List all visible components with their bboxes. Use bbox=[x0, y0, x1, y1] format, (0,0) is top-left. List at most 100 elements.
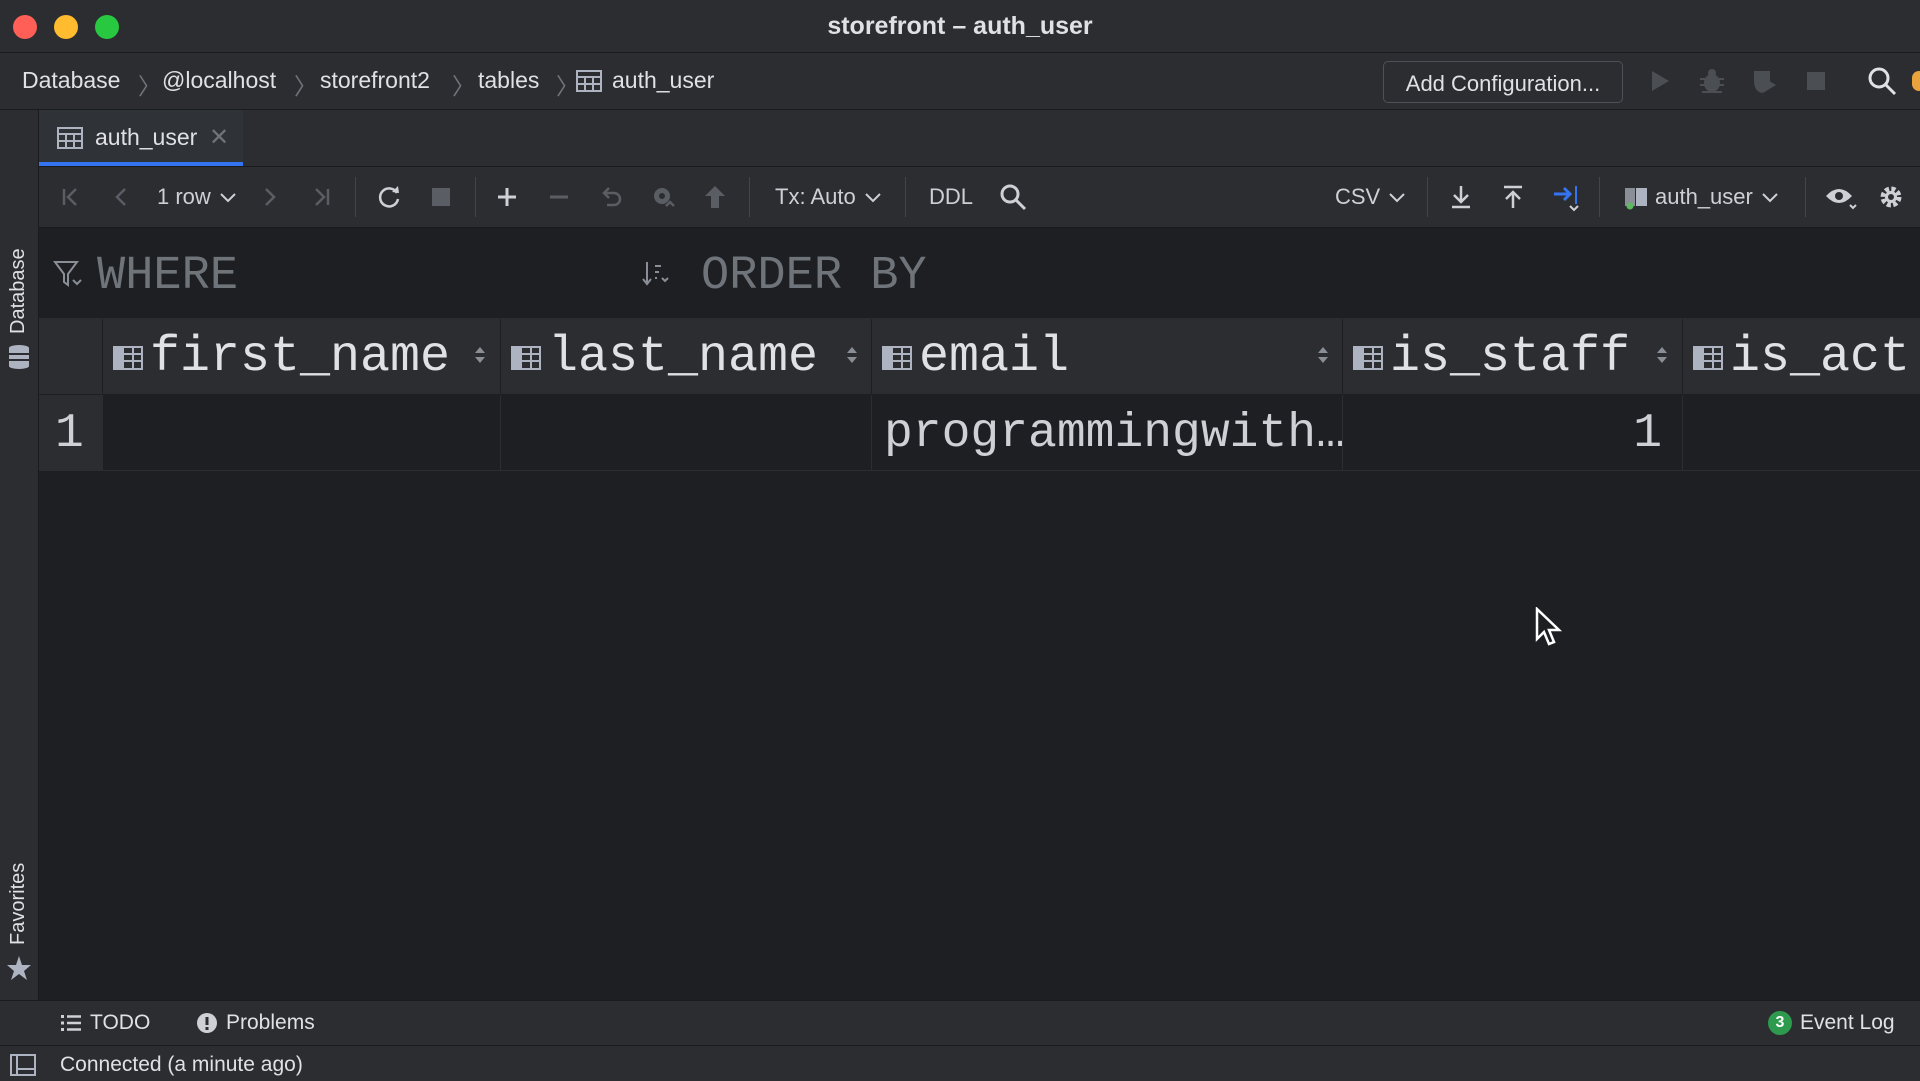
table-selector-label: auth_user bbox=[1655, 184, 1753, 209]
column-header-last-name[interactable]: last_name bbox=[501, 319, 872, 394]
table-icon bbox=[57, 127, 83, 154]
connection-status: Connected (a minute ago) bbox=[60, 1053, 303, 1076]
view-options-eye-icon[interactable] bbox=[1823, 181, 1859, 213]
debug-icon[interactable] bbox=[1696, 65, 1728, 97]
column-header-first-name[interactable]: first_name bbox=[103, 319, 501, 394]
column-name: email bbox=[919, 329, 1070, 386]
problems-label: Problems bbox=[226, 1011, 315, 1034]
stop-icon[interactable] bbox=[1800, 65, 1832, 97]
column-icon bbox=[1693, 343, 1723, 376]
table-selector-icon bbox=[1625, 188, 1647, 210]
import-data-icon[interactable] bbox=[1497, 181, 1529, 213]
transaction-mode-label: Tx: Auto bbox=[775, 184, 856, 209]
column-name: last_name bbox=[548, 329, 819, 386]
revert-icon[interactable] bbox=[595, 181, 627, 213]
preview-changes-icon[interactable] bbox=[647, 181, 679, 213]
sort-icon bbox=[641, 260, 671, 293]
breadcrumb-database[interactable]: Database bbox=[22, 67, 120, 94]
transaction-mode-dropdown[interactable]: Tx: Auto bbox=[775, 181, 882, 213]
export-format-label: CSV bbox=[1335, 184, 1381, 209]
order-by-input[interactable]: ORDER BY bbox=[701, 250, 927, 303]
last-page-icon[interactable] bbox=[305, 181, 337, 213]
star-icon[interactable] bbox=[6, 955, 32, 986]
breadcrumb-schema[interactable]: storefront2 bbox=[320, 67, 430, 94]
column-name: is_act bbox=[1730, 329, 1911, 386]
search-icon[interactable] bbox=[997, 181, 1029, 213]
where-filter-input[interactable]: WHERE bbox=[97, 250, 238, 303]
column-icon bbox=[1353, 343, 1383, 376]
breadcrumb-separator: 〉 bbox=[138, 73, 161, 99]
database-stack-icon[interactable] bbox=[7, 344, 31, 375]
ddl-button[interactable]: DDL bbox=[929, 181, 973, 213]
sort-toggle-icon[interactable] bbox=[1316, 343, 1330, 372]
breadcrumb-host[interactable]: @localhost bbox=[162, 67, 276, 94]
first-page-icon[interactable] bbox=[55, 181, 87, 213]
column-name: first_name bbox=[150, 329, 451, 386]
column-name: is_staff bbox=[1390, 329, 1631, 386]
submit-icon[interactable] bbox=[699, 181, 731, 213]
toggle-tool-windows-icon[interactable] bbox=[10, 1054, 36, 1081]
filter-bar: WHERE ORDER BY bbox=[39, 228, 1920, 319]
tab-label: auth_user bbox=[95, 124, 198, 150]
column-header-is-active[interactable]: is_act bbox=[1683, 319, 1920, 394]
column-header-email[interactable]: email bbox=[872, 319, 1343, 394]
previous-page-icon[interactable] bbox=[105, 181, 137, 213]
status-bar: Connected (a minute ago) bbox=[0, 1045, 1920, 1081]
breadcrumb-separator: 〉 bbox=[294, 73, 317, 99]
row-number-header bbox=[39, 319, 103, 394]
breadcrumb-tables[interactable]: tables bbox=[478, 67, 539, 94]
event-count-badge: 3 bbox=[1768, 1011, 1792, 1035]
event-log-label: Event Log bbox=[1800, 1011, 1895, 1034]
add-row-icon[interactable] bbox=[491, 181, 523, 213]
compare-icon[interactable] bbox=[1549, 181, 1581, 213]
column-icon bbox=[882, 343, 912, 376]
breadcrumb-separator: 〉 bbox=[452, 73, 475, 99]
update-indicator[interactable] bbox=[1912, 71, 1920, 91]
page-size-dropdown[interactable]: 1 row bbox=[157, 181, 237, 213]
page-size-label: 1 row bbox=[157, 184, 211, 209]
stop-query-icon[interactable] bbox=[425, 181, 457, 213]
run-icon[interactable] bbox=[1644, 65, 1676, 97]
bottom-tool-strip: TODO Problems 3 Event Log bbox=[0, 1000, 1920, 1045]
sort-toggle-icon[interactable] bbox=[845, 343, 859, 372]
sort-toggle-icon[interactable] bbox=[473, 343, 487, 372]
settings-gear-icon[interactable] bbox=[1875, 181, 1907, 213]
mouse-cursor-icon bbox=[1535, 606, 1563, 652]
next-page-icon[interactable] bbox=[254, 181, 286, 213]
export-data-icon[interactable] bbox=[1445, 181, 1477, 213]
row-number[interactable]: 1 bbox=[39, 395, 103, 471]
tab-auth-user[interactable]: auth_user ✕ bbox=[39, 110, 243, 166]
sort-toggle-icon[interactable] bbox=[1655, 343, 1669, 372]
database-tool-window-button[interactable]: Database bbox=[7, 248, 30, 334]
window-title: storefront – auth_user bbox=[827, 12, 1093, 40]
left-tool-strip: Database Favorites bbox=[0, 110, 39, 1000]
info-icon bbox=[197, 1013, 217, 1033]
cell-is-active[interactable] bbox=[1683, 395, 1920, 471]
list-icon bbox=[61, 1015, 81, 1031]
cell-last-name[interactable] bbox=[501, 395, 872, 471]
row-number-label: 1 bbox=[55, 407, 84, 461]
table-selector-dropdown[interactable]: auth_user bbox=[1623, 181, 1779, 213]
cell-is-staff[interactable]: 1 bbox=[1343, 395, 1683, 471]
cell-first-name[interactable] bbox=[103, 395, 501, 471]
todo-tool-button[interactable]: TODO bbox=[60, 1011, 150, 1035]
column-header-is-staff[interactable]: is_staff bbox=[1343, 319, 1683, 394]
coverage-icon[interactable] bbox=[1748, 65, 1780, 97]
tab-close-icon[interactable]: ✕ bbox=[209, 123, 229, 152]
delete-row-icon[interactable] bbox=[543, 181, 575, 213]
search-everywhere-icon[interactable] bbox=[1866, 65, 1898, 97]
data-grid: first_name last_name email is_staff is_a… bbox=[39, 319, 1920, 999]
data-editor-toolbar: 1 row Tx: Auto DDL CSV auth_user bbox=[39, 167, 1920, 228]
favorites-tool-window-button[interactable]: Favorites bbox=[7, 863, 30, 945]
column-icon bbox=[511, 343, 541, 376]
editor-tab-bar: auth_user ✕ bbox=[39, 110, 1920, 167]
table-icon bbox=[576, 70, 602, 97]
cell-email[interactable]: programmingwith… bbox=[872, 395, 1343, 471]
refresh-icon[interactable] bbox=[373, 181, 405, 213]
export-format-dropdown[interactable]: CSV bbox=[1335, 181, 1406, 213]
add-configuration-button[interactable]: Add Configuration... bbox=[1383, 61, 1623, 103]
event-log-tool-button[interactable]: 3 Event Log bbox=[1768, 1011, 1895, 1035]
problems-tool-button[interactable]: Problems bbox=[196, 1011, 315, 1035]
breadcrumb-table[interactable]: auth_user bbox=[612, 67, 714, 94]
column-icon bbox=[113, 343, 143, 376]
